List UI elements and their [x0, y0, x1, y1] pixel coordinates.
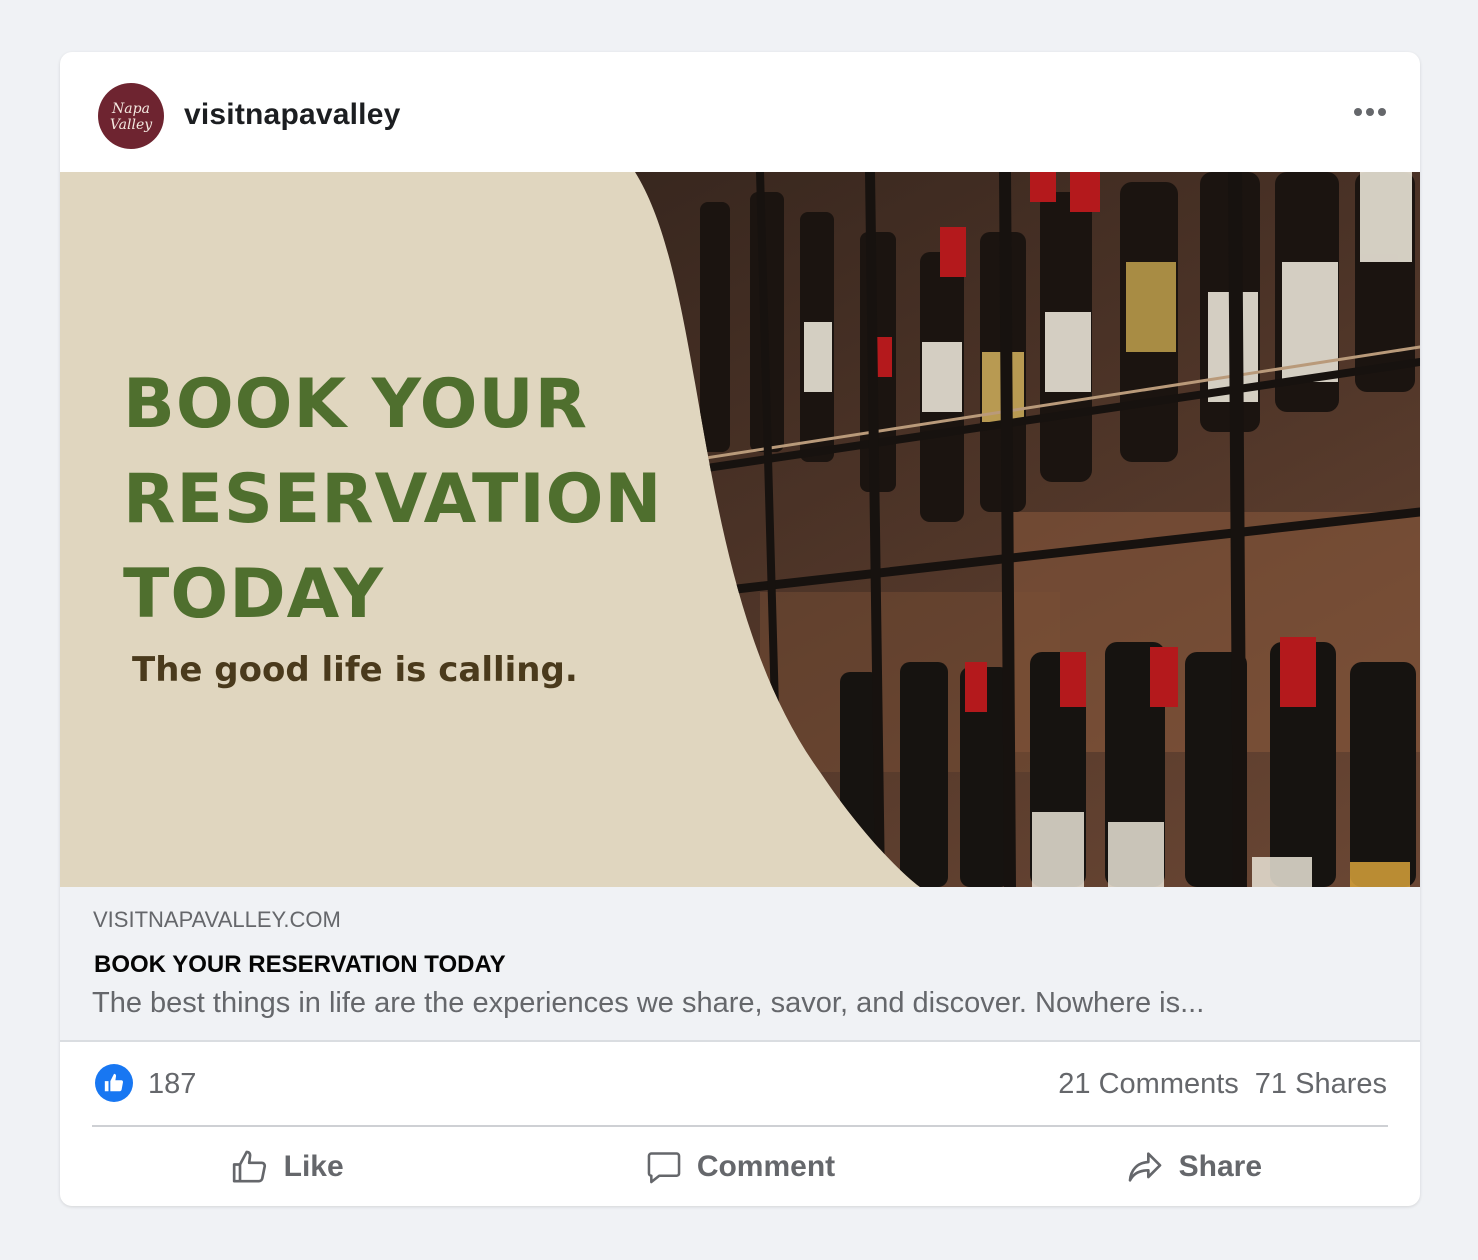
- link-preview[interactable]: VISITNAPAVALLEY.COM BOOK YOUR RESERVATIO…: [60, 887, 1420, 1042]
- like-label: Like: [283, 1150, 344, 1183]
- more-horizontal-icon: [1354, 108, 1362, 116]
- link-domain: VISITNAPAVALLEY.COM: [93, 907, 341, 932]
- more-options-button[interactable]: [1350, 94, 1390, 130]
- comments-count[interactable]: 21 Comments: [1058, 1068, 1239, 1101]
- image-tagline: The good life is calling.: [132, 650, 578, 690]
- avatar[interactable]: Napa Valley: [98, 83, 164, 149]
- comment-bubble-icon: [647, 1152, 681, 1184]
- account-username[interactable]: visitnapavalley: [184, 98, 400, 132]
- divider: [92, 1125, 1388, 1127]
- thumbs-up-icon: [104, 1073, 124, 1092]
- thumbs-up-icon: [232, 1150, 266, 1183]
- link-title: BOOK YOUR RESERVATION TODAY: [94, 951, 506, 978]
- comment-label: Comment: [696, 1150, 836, 1183]
- post-image[interactable]: BOOK YOUR RESERVATION TODAY The good lif…: [60, 172, 1420, 887]
- svg-text:Napa: Napa: [111, 101, 150, 117]
- like-count[interactable]: 187: [148, 1068, 196, 1101]
- comment-button[interactable]: Comment: [513, 1128, 966, 1206]
- share-label: Share: [1178, 1150, 1263, 1183]
- share-button[interactable]: Share: [967, 1128, 1420, 1206]
- like-reaction-icon[interactable]: [95, 1064, 133, 1102]
- like-button[interactable]: Like: [60, 1128, 513, 1206]
- napa-valley-logo-icon: Napa Valley: [110, 101, 153, 133]
- post-header: Napa Valley visitnapavalley: [60, 52, 1420, 172]
- post-stats: 187 21 Comments 71 Shares: [60, 1042, 1420, 1126]
- shares-count[interactable]: 71 Shares: [1255, 1068, 1387, 1101]
- post-actions: Like Comment Share: [60, 1128, 1420, 1206]
- svg-text:Valley: Valley: [110, 117, 153, 133]
- share-arrow-icon: [1128, 1152, 1161, 1182]
- link-description: The best things in life are the experien…: [92, 987, 1205, 1019]
- post-card: Napa Valley visitnapavalley BOOK YOUR RE…: [60, 52, 1420, 1206]
- image-headline: BOOK YOUR RESERVATION TODAY: [123, 365, 663, 634]
